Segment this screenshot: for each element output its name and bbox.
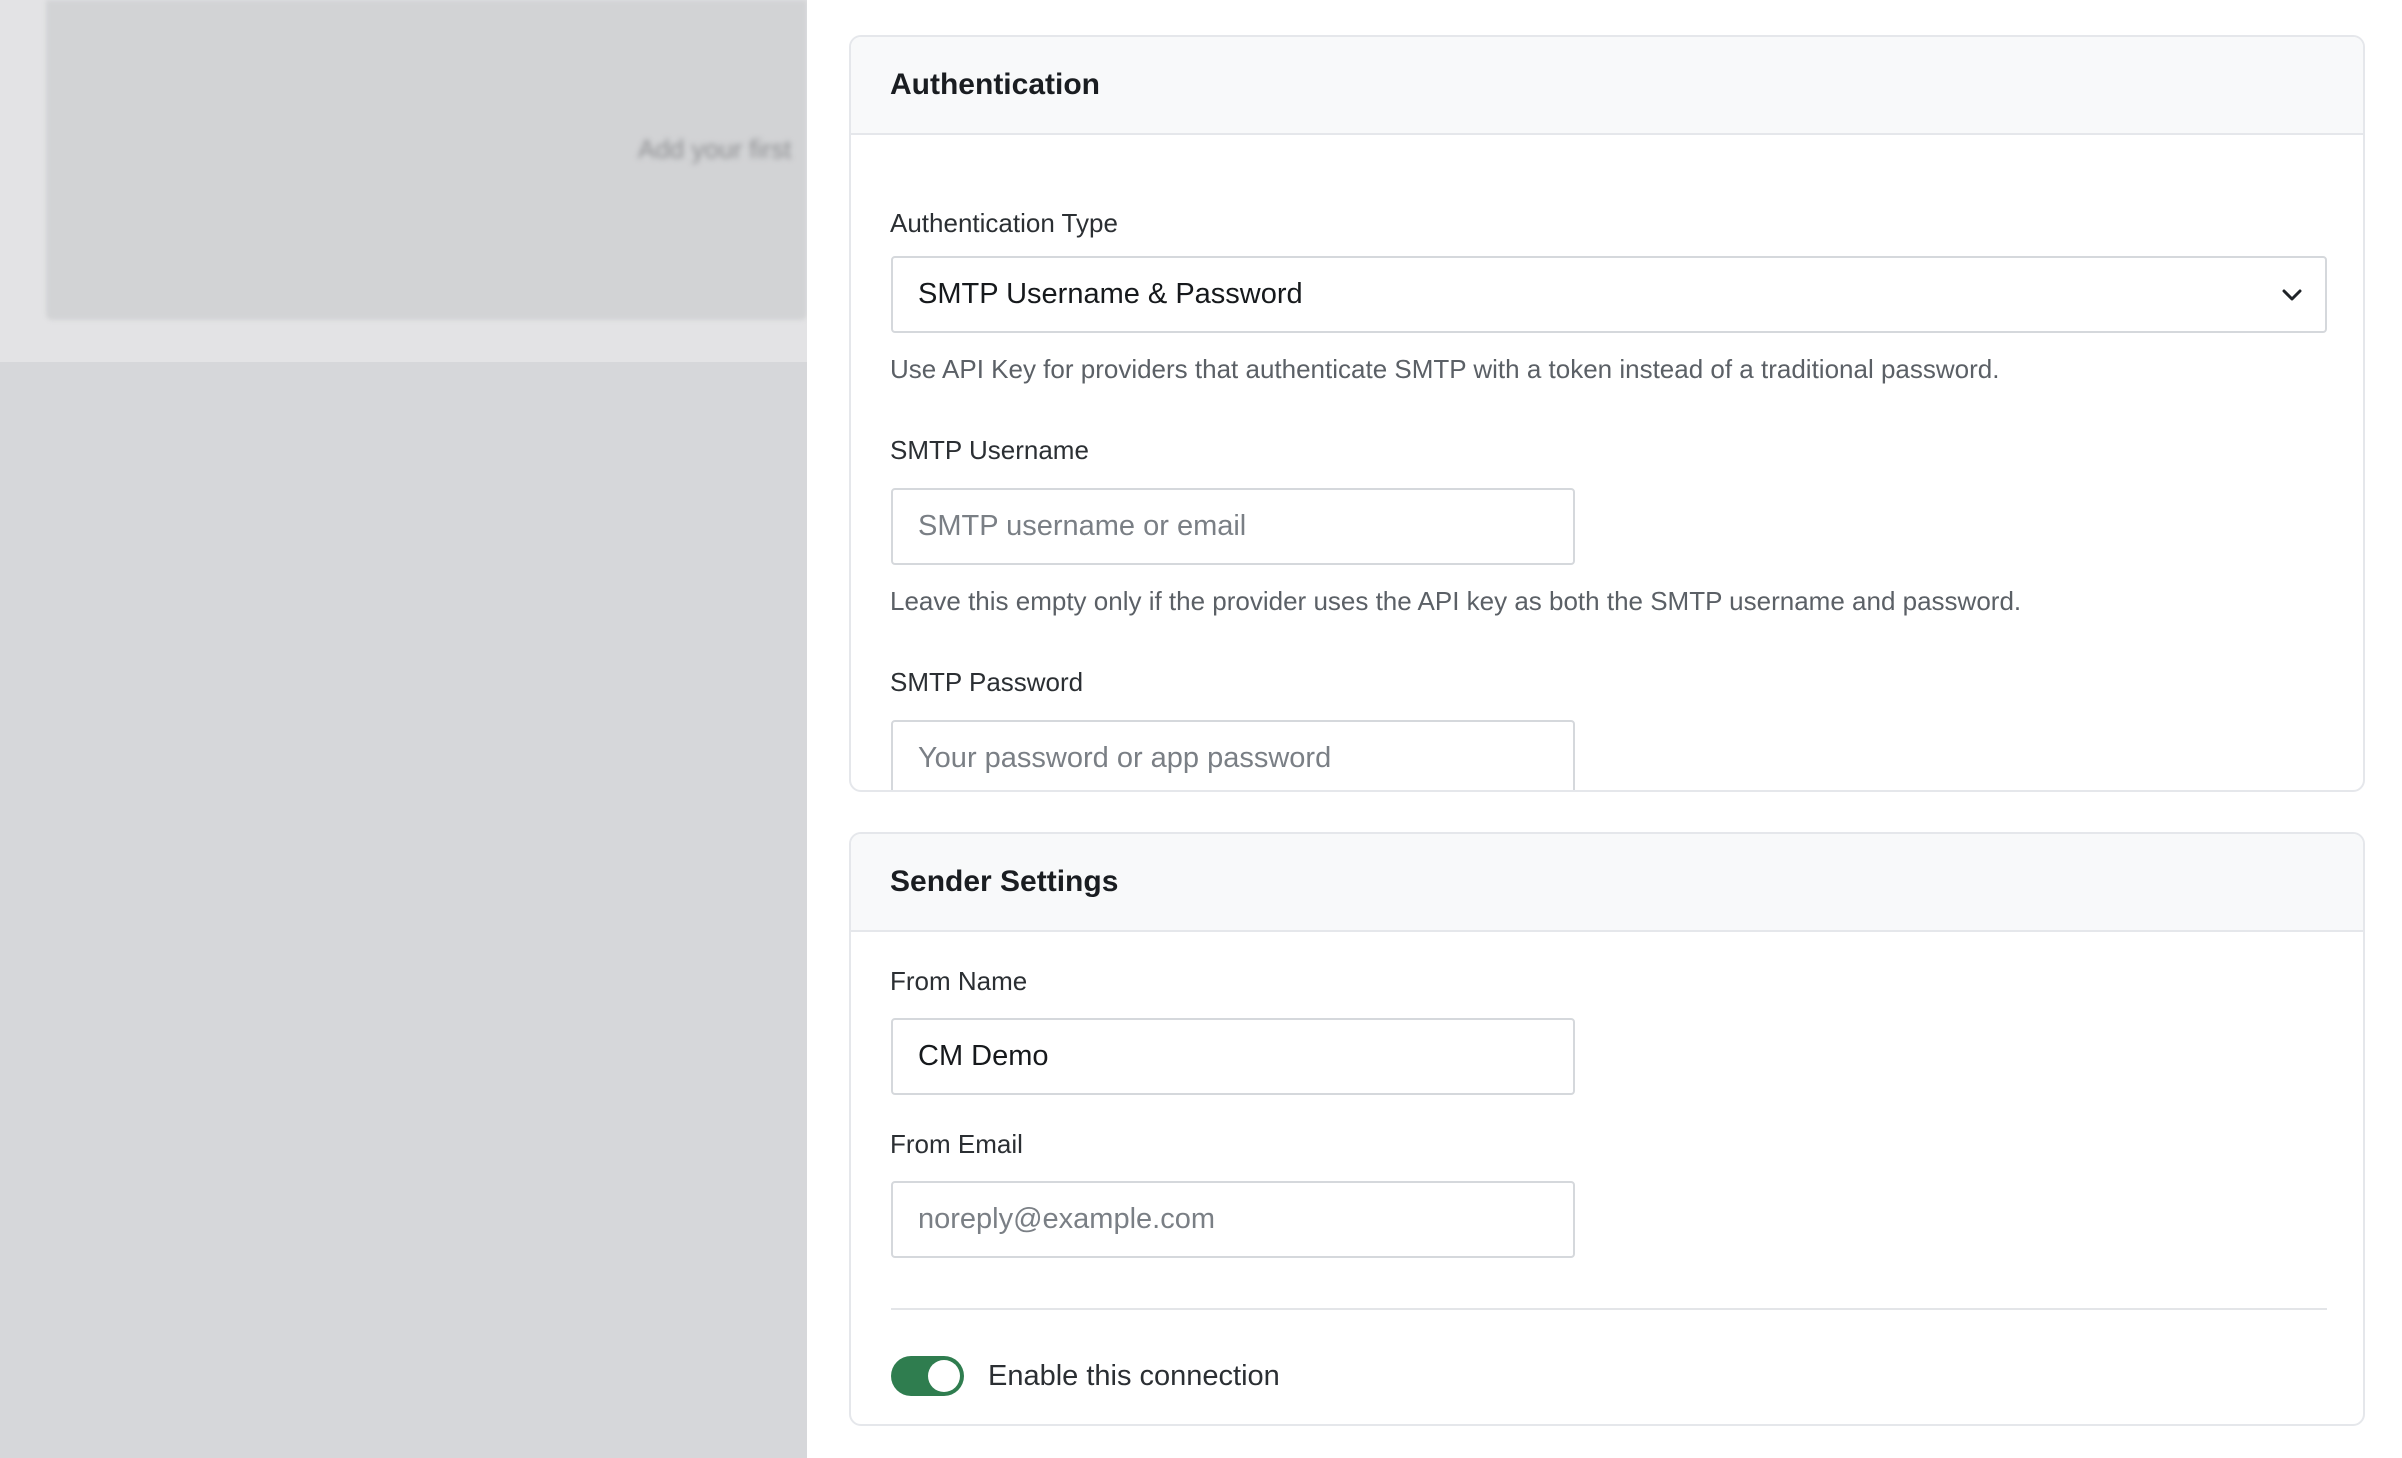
- connection-settings-drawer: Authentication Authentication Type SMTP …: [807, 0, 2402, 1458]
- background-app-overlay[interactable]: Add your first: [0, 0, 807, 1458]
- from-name-input[interactable]: CM Demo: [891, 1018, 1575, 1095]
- enable-connection-toggle[interactable]: [891, 1356, 964, 1396]
- from-email-placeholder: noreply@example.com: [918, 1203, 1216, 1235]
- enable-connection-row[interactable]: Enable this connection: [891, 1356, 1280, 1396]
- from-email-label: From Email: [890, 1129, 1023, 1159]
- smtp-username-input[interactable]: SMTP username or email: [891, 488, 1575, 565]
- sender-settings-card: Sender Settings From Name CM Demo From E…: [849, 832, 2365, 1426]
- from-email-input[interactable]: noreply@example.com: [891, 1181, 1575, 1258]
- enable-connection-label: Enable this connection: [988, 1359, 1280, 1392]
- from-name-value: CM Demo: [918, 1040, 1049, 1072]
- chevron-down-icon: [2282, 289, 2302, 301]
- sender-settings-card-title: Sender Settings: [890, 865, 1119, 898]
- section-divider: [891, 1308, 2327, 1310]
- auth-type-select[interactable]: SMTP Username & Password: [891, 256, 2327, 333]
- smtp-password-input[interactable]: Your password or app password: [891, 720, 1575, 790]
- authentication-card-title: Authentication: [890, 68, 1100, 101]
- smtp-username-help: Leave this empty only if the provider us…: [890, 586, 2022, 616]
- background-empty-state-text: Add your first: [638, 134, 792, 164]
- authentication-card: Authentication Authentication Type SMTP …: [849, 35, 2365, 792]
- toggle-knob: [928, 1360, 960, 1392]
- auth-type-selected-value: SMTP Username & Password: [918, 278, 1303, 310]
- sender-settings-card-header: Sender Settings: [851, 834, 2363, 932]
- smtp-username-placeholder: SMTP username or email: [918, 510, 1247, 542]
- smtp-password-label: SMTP Password: [890, 667, 1084, 697]
- auth-type-help: Use API Key for providers that authentic…: [890, 354, 2000, 384]
- authentication-card-header: Authentication: [851, 37, 2363, 135]
- smtp-password-placeholder: Your password or app password: [918, 742, 1332, 774]
- from-name-label: From Name: [890, 966, 1028, 996]
- smtp-username-label: SMTP Username: [890, 435, 1089, 465]
- auth-type-label: Authentication Type: [890, 208, 1118, 238]
